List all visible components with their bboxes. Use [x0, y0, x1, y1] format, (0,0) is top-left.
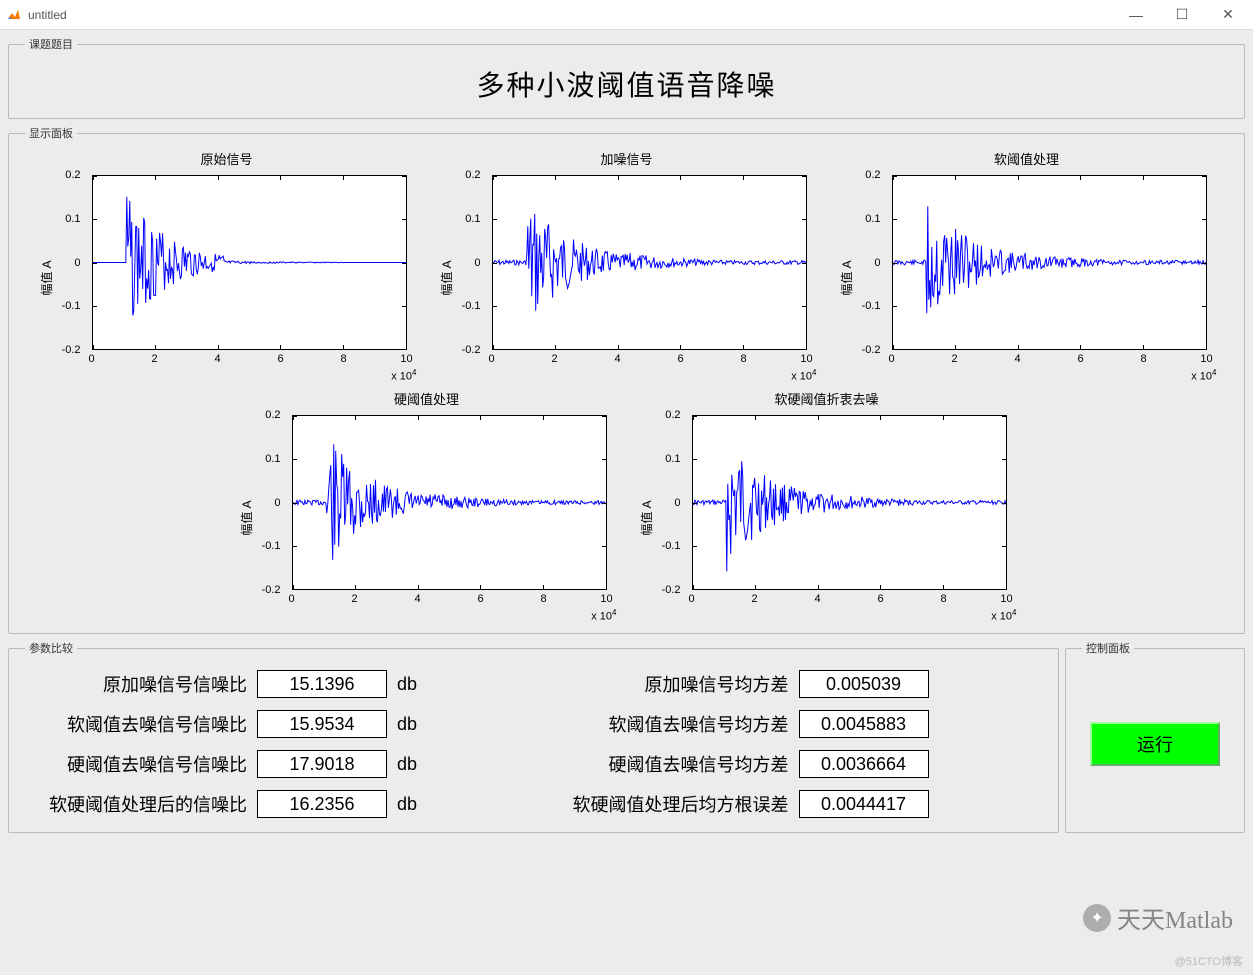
param-value: 15.1396	[257, 670, 387, 698]
main-title: 多种小波阈值语音降噪	[17, 60, 1236, 110]
matlab-icon	[6, 7, 22, 23]
control-panel: 控制面板 运行	[1065, 640, 1245, 833]
plot-title: 加噪信号	[437, 149, 817, 168]
mse-row: 原加噪信号均方差 0.005039	[549, 670, 1041, 698]
params-panel: 参数比较 原加噪信号信噪比 15.1396 db 原加噪信号均方差 0.00503…	[8, 640, 1059, 833]
ylabel: 幅值 A	[38, 260, 55, 295]
param-label: 软阈值去噪信号信噪比	[27, 711, 247, 737]
x-exponent: x 104	[991, 608, 1016, 623]
param-label: 原加噪信号均方差	[549, 671, 789, 697]
snr-row: 软阈值去噪信号信噪比 15.9534 db	[27, 710, 519, 738]
plot-title: 软阈值处理	[837, 149, 1217, 168]
titlebar: untitled — ☐ ✕	[0, 0, 1253, 30]
param-unit: db	[397, 674, 433, 695]
ylabel: 幅值 A	[838, 260, 855, 295]
ylabel: 幅值 A	[638, 500, 655, 535]
mse-row: 软硬阈值处理后均方根误差 0.0044417	[549, 790, 1041, 818]
param-value: 0.0036664	[799, 750, 929, 778]
x-exponent: x 104	[1191, 368, 1216, 383]
control-legend: 控制面板	[1082, 640, 1134, 656]
param-label: 软硬阈值处理后均方根误差	[549, 791, 789, 817]
param-unit: db	[397, 754, 433, 775]
axes[interactable]	[92, 175, 407, 350]
snr-row: 硬阈值去噪信号信噪比 17.9018 db	[27, 750, 519, 778]
attribution: @51CTO博客	[1175, 953, 1243, 969]
mse-row: 软阈值去噪信号均方差 0.0045883	[549, 710, 1041, 738]
plot-title: 软硬阈值折衷去噪	[637, 389, 1017, 408]
axes[interactable]	[892, 175, 1207, 350]
plot-orig: 原始信号 幅值 A 0.20.10-0.1-0.2 0246810 x 104	[37, 149, 417, 385]
x-exponent: x 104	[591, 608, 616, 623]
maximize-button[interactable]: ☐	[1159, 0, 1205, 30]
mse-row: 硬阈值去噪信号均方差 0.0036664	[549, 750, 1041, 778]
params-legend: 参数比较	[25, 640, 77, 656]
snr-row: 原加噪信号信噪比 15.1396 db	[27, 670, 519, 698]
param-unit: db	[397, 714, 433, 735]
plot-title: 硬阈值处理	[237, 389, 617, 408]
axes[interactable]	[492, 175, 807, 350]
x-exponent: x 104	[391, 368, 416, 383]
x-exponent: x 104	[791, 368, 816, 383]
ylabel: 幅值 A	[438, 260, 455, 295]
param-value: 0.0044417	[799, 790, 929, 818]
run-button[interactable]: 运行	[1090, 722, 1220, 766]
snr-row: 软硬阈值处理后的信噪比 16.2356 db	[27, 790, 519, 818]
watermark-text: 天天Matlab	[1117, 900, 1233, 935]
topic-legend: 课题题目	[25, 36, 77, 52]
param-label: 原加噪信号信噪比	[27, 671, 247, 697]
param-value: 0.005039	[799, 670, 929, 698]
plot-hard: 硬阈值处理 幅值 A 0.20.10-0.1-0.2 0246810 x 104	[237, 389, 617, 625]
plot-sh: 软硬阈值折衷去噪 幅值 A 0.20.10-0.1-0.2 0246810 x …	[637, 389, 1017, 625]
ylabel: 幅值 A	[238, 500, 255, 535]
display-panel: 显示面板 原始信号 幅值 A 0.20.10-0.1-0.2 0246810 x…	[8, 125, 1245, 634]
watermark: ✦ 天天Matlab	[1083, 900, 1233, 935]
plot-soft: 软阈值处理 幅值 A 0.20.10-0.1-0.2 0246810 x 104	[837, 149, 1217, 385]
param-label: 软硬阈值处理后的信噪比	[27, 791, 247, 817]
plot-noisy: 加噪信号 幅值 A 0.20.10-0.1-0.2 0246810 x 104	[437, 149, 817, 385]
axes[interactable]	[292, 415, 607, 590]
window-title: untitled	[28, 8, 1113, 22]
param-value: 15.9534	[257, 710, 387, 738]
param-label: 软阈值去噪信号均方差	[549, 711, 789, 737]
param-unit: db	[397, 794, 433, 815]
param-label: 硬阈值去噪信号信噪比	[27, 751, 247, 777]
display-legend: 显示面板	[25, 125, 77, 141]
param-label: 硬阈值去噪信号均方差	[549, 751, 789, 777]
param-value: 16.2356	[257, 790, 387, 818]
plot-title: 原始信号	[37, 149, 417, 168]
minimize-button[interactable]: —	[1113, 0, 1159, 30]
axes[interactable]	[692, 415, 1007, 590]
topic-panel: 课题题目 多种小波阈值语音降噪	[8, 36, 1245, 119]
param-value: 17.9018	[257, 750, 387, 778]
close-button[interactable]: ✕	[1205, 0, 1251, 30]
param-value: 0.0045883	[799, 710, 929, 738]
wechat-icon: ✦	[1083, 904, 1111, 932]
